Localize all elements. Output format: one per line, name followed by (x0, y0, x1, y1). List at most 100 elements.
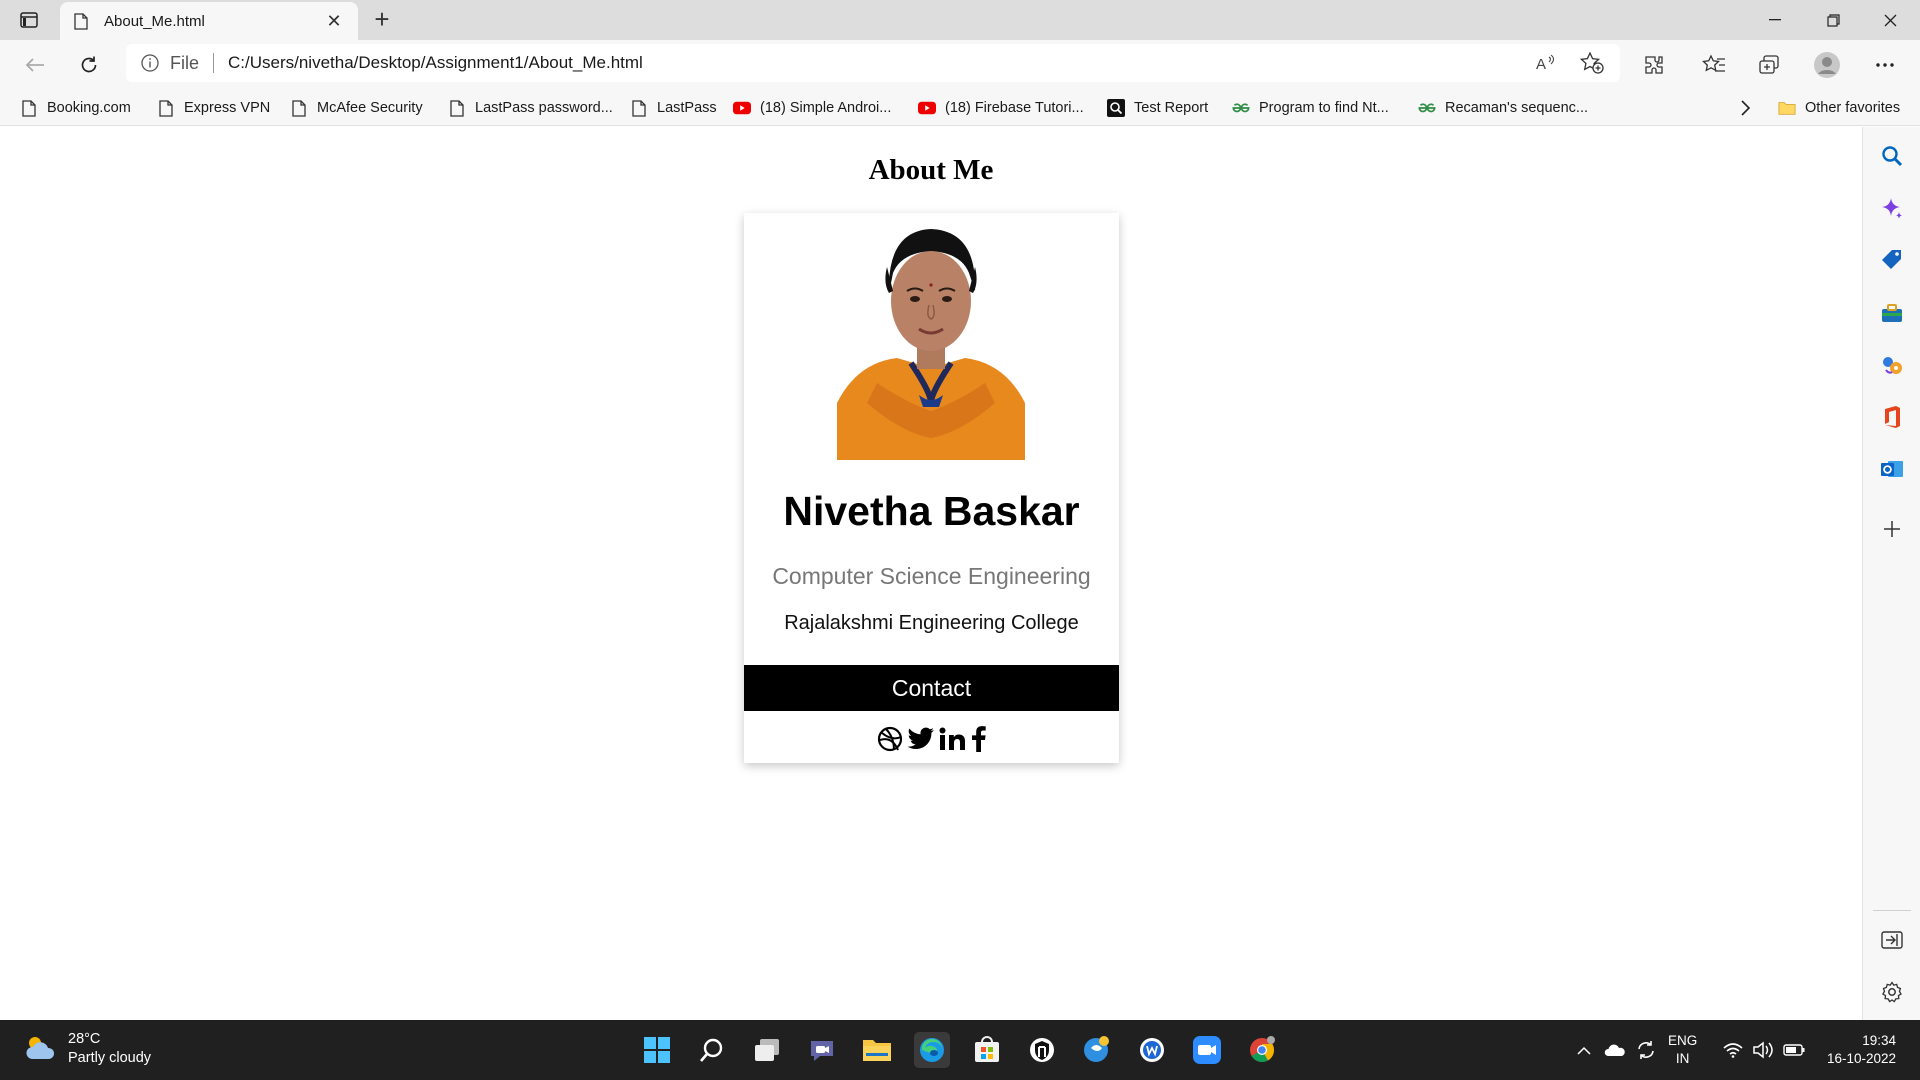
youtube-icon (733, 99, 751, 117)
page-content: About Me Nivetha Baskar Computer Science… (0, 127, 1862, 1020)
url-text[interactable]: C:/Users/nivetha/Desktop/Assignment1/Abo… (228, 53, 1514, 73)
svg-text:A: A (1536, 56, 1546, 73)
bookmark-item[interactable]: LastPass (630, 97, 717, 119)
weather-widget[interactable]: 28°C Partly cloudy (24, 1030, 151, 1068)
search-icon[interactable] (694, 1032, 730, 1068)
folder-icon (1778, 99, 1796, 117)
close-tab-icon[interactable]: ✕ (324, 11, 344, 32)
twitter-icon[interactable] (907, 724, 935, 754)
language-indicator[interactable]: ENG IN (1668, 1032, 1697, 1068)
onedrive-cloud-icon[interactable] (1601, 1032, 1629, 1068)
bookmark-item[interactable]: Program to find Nt... (1232, 97, 1389, 119)
clock-time: 19:34 (1862, 1033, 1896, 1048)
zoom-icon[interactable] (1189, 1032, 1225, 1068)
bookmark-item[interactable]: McAfee Security (290, 97, 423, 119)
refresh-icon[interactable] (72, 48, 106, 82)
chrome-icon[interactable] (1244, 1032, 1280, 1068)
minimize-icon[interactable] (1747, 0, 1803, 40)
partly-cloudy-icon (24, 1033, 56, 1066)
close-window-icon[interactable] (1862, 0, 1918, 40)
region-code: IN (1675, 1051, 1690, 1066)
app-shield-icon[interactable] (1024, 1032, 1060, 1068)
profile-avatar-icon[interactable] (1810, 48, 1844, 82)
read-aloud-icon[interactable]: A (1532, 49, 1560, 77)
discover-sparkle-icon[interactable] (1879, 195, 1905, 221)
tab-actions-icon[interactable] (14, 9, 44, 31)
restore-icon[interactable] (1805, 0, 1861, 40)
social-links (744, 724, 1119, 754)
taskbar: 28°C Partly cloudy ENG IN 19:34 16-10-20… (0, 1020, 1920, 1080)
linkedin-icon[interactable] (939, 724, 967, 754)
new-tab-button[interactable]: + (368, 6, 396, 34)
bookmark-label: LastPass (657, 100, 717, 116)
hide-sidebar-icon[interactable] (1879, 927, 1905, 953)
bookmark-item[interactable]: Recaman's sequenc... (1418, 97, 1588, 119)
contact-button[interactable]: Contact (744, 665, 1119, 711)
dribbble-icon[interactable] (877, 724, 903, 754)
settings-gear-icon[interactable] (1879, 979, 1905, 1005)
outlook-icon[interactable] (1879, 456, 1905, 482)
bookmark-label: McAfee Security (317, 100, 423, 116)
facebook-icon[interactable] (971, 724, 987, 754)
task-view-icon[interactable] (749, 1032, 785, 1068)
clock[interactable]: 19:34 16-10-2022 (1814, 1032, 1896, 1068)
battery-icon[interactable] (1780, 1032, 1808, 1068)
extensions-icon[interactable] (1637, 48, 1671, 82)
add-favorite-icon[interactable] (1578, 49, 1606, 77)
edge-browser-icon[interactable] (914, 1032, 950, 1068)
collections-icon[interactable] (1752, 48, 1786, 82)
tools-icon[interactable] (1879, 300, 1905, 326)
file-explorer-icon[interactable] (859, 1032, 895, 1068)
office-icon[interactable] (1879, 404, 1905, 430)
chevron-right-icon[interactable] (1734, 97, 1756, 119)
wifi-icon[interactable] (1720, 1032, 1746, 1068)
bookmark-item[interactable]: Test Report (1107, 97, 1208, 119)
sidebar-divider (1873, 910, 1911, 911)
search-box-icon (1107, 99, 1125, 117)
bookmark-label: Express VPN (184, 100, 271, 116)
address-bar[interactable]: File C:/Users/nivetha/Desktop/Assignment… (126, 44, 1620, 82)
bookmark-item[interactable]: (18) Simple Androi... (733, 97, 891, 119)
add-icon[interactable] (1879, 516, 1905, 542)
other-favorites[interactable]: Other favorites (1778, 97, 1900, 119)
vscode-like-icon[interactable] (1079, 1032, 1115, 1068)
scheme-label: File (170, 52, 200, 73)
more-menu-icon[interactable] (1868, 48, 1902, 82)
page-icon (157, 99, 175, 117)
chevron-up-icon[interactable] (1572, 1032, 1596, 1068)
page-icon (20, 99, 38, 117)
bookmark-label: Booking.com (47, 100, 131, 116)
bookmark-label: (18) Simple Androi... (760, 100, 892, 116)
profile-department: Computer Science Engineering (772, 563, 1091, 589)
favorites-icon[interactable] (1697, 48, 1731, 82)
bookmark-item[interactable]: Express VPN (157, 97, 270, 119)
bookmark-label: Test Report (1134, 100, 1209, 116)
games-icon[interactable] (1879, 352, 1905, 378)
page-title: About Me (868, 154, 994, 186)
tab-about-me[interactable]: About_Me.html ✕ (60, 2, 358, 40)
address-separator (213, 53, 215, 73)
windows-start-icon[interactable] (639, 1032, 675, 1068)
youtube-icon (918, 99, 936, 117)
gfg-icon (1232, 99, 1250, 117)
bookmark-label: LastPass password... (475, 100, 613, 116)
bookmark-label: Program to find Nt... (1259, 100, 1389, 116)
search-icon[interactable] (1879, 143, 1905, 169)
page-icon (74, 12, 88, 30)
bookmark-item[interactable]: Booking.com (20, 97, 131, 119)
bookmarks-bar: Booking.com Express VPN McAfee Security … (0, 90, 1920, 126)
microsoft-store-icon[interactable] (969, 1032, 1005, 1068)
bookmark-item[interactable]: (18) Firebase Tutori... (918, 97, 1084, 119)
browser-window: About_Me.html ✕ + File C:/Users/nivetha/… (0, 0, 1920, 1080)
page-icon (290, 99, 308, 117)
back-icon[interactable] (18, 48, 52, 82)
profile-name: Nivetha Baskar (783, 488, 1080, 534)
word-like-icon[interactable] (1134, 1032, 1170, 1068)
bookmark-item[interactable]: LastPass password... (448, 97, 613, 119)
info-icon[interactable] (140, 53, 160, 73)
volume-icon[interactable] (1750, 1032, 1776, 1068)
sync-icon[interactable] (1632, 1032, 1660, 1068)
teams-chat-icon[interactable] (804, 1032, 840, 1068)
language-code: ENG (1668, 1033, 1698, 1048)
shopping-tag-icon[interactable] (1879, 247, 1905, 273)
